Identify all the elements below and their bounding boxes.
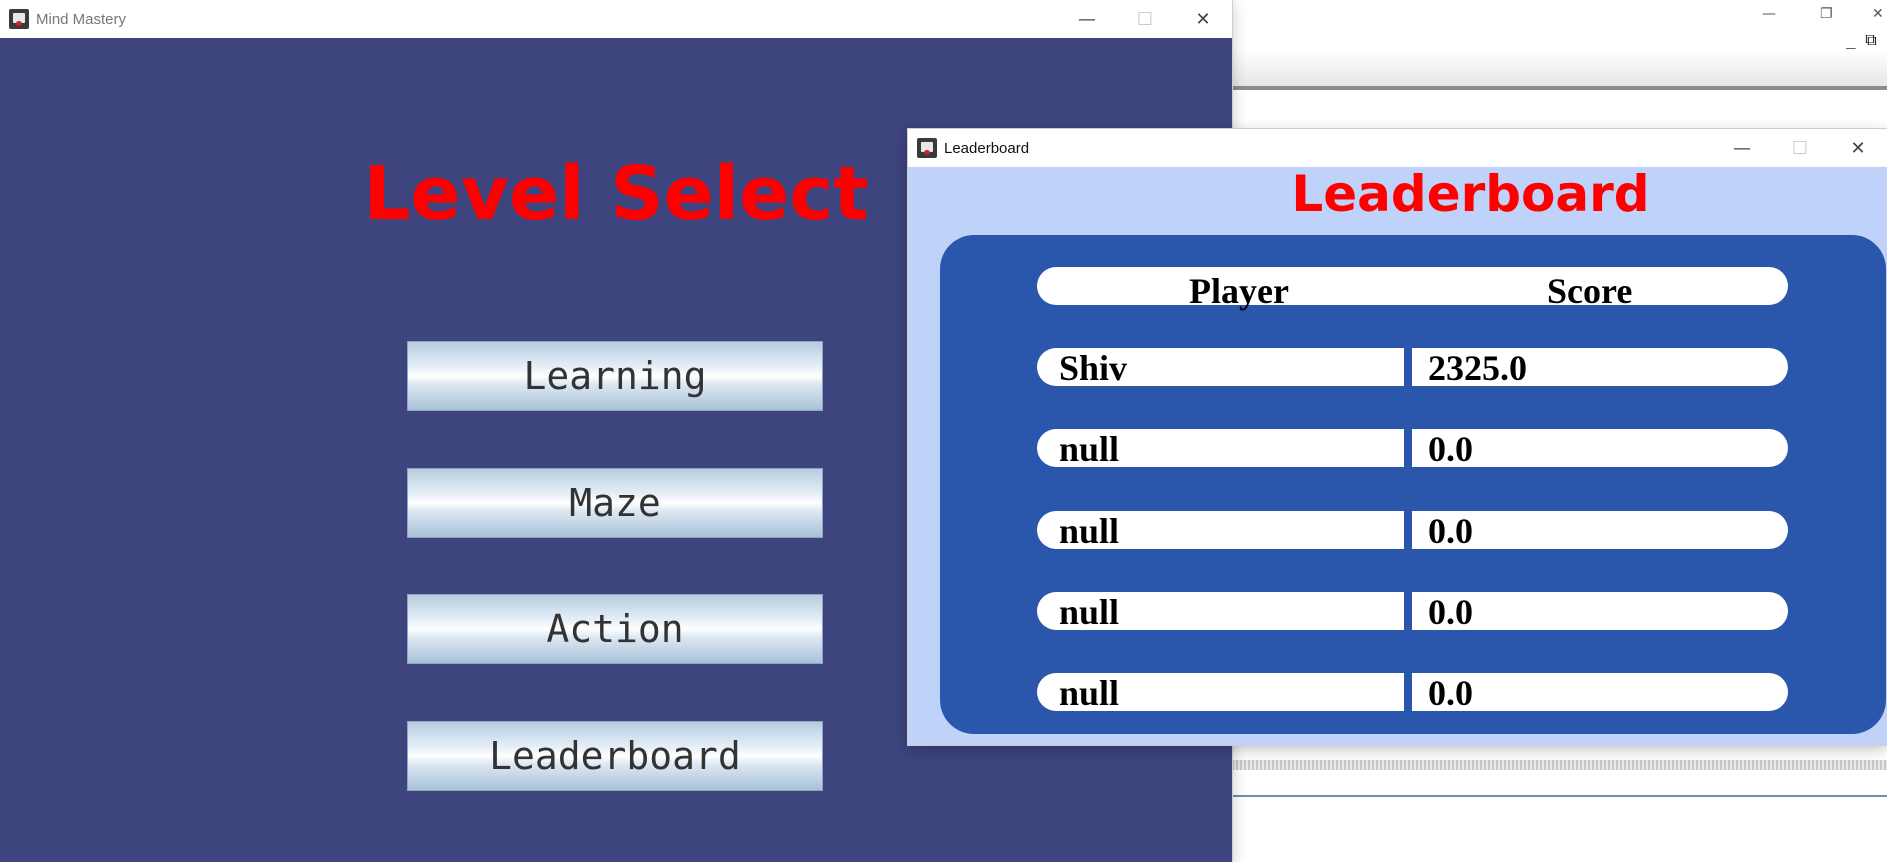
table-row: null 0.0 [1037, 429, 1788, 467]
leaderboard-button[interactable]: Leaderboard [407, 721, 823, 791]
close-button[interactable]: ✕ [1829, 129, 1887, 167]
maze-button[interactable]: Maze [407, 468, 823, 538]
player-cell: null [1037, 429, 1404, 467]
score-cell: 2325.0 [1412, 348, 1788, 386]
background-divider [1232, 86, 1887, 90]
player-cell: null [1037, 592, 1404, 630]
column-header-player: Player [1189, 271, 1289, 311]
leaderboard-panel: Leaderboard Player Score Shiv 2325.0 nul… [908, 167, 1887, 745]
table-row: null 0.0 [1037, 511, 1788, 549]
background-inner-window-controls[interactable]: _ ⧉ [1846, 30, 1877, 50]
background-minimize-icon[interactable]: — [1762, 6, 1776, 22]
score-cell: 0.0 [1412, 673, 1788, 711]
score-cell: 0.0 [1412, 429, 1788, 467]
window-title: Mind Mastery [36, 10, 127, 28]
score-cell: 0.0 [1412, 592, 1788, 630]
column-header-score: Score [1547, 271, 1633, 311]
background-close-icon[interactable]: ✕ [1872, 6, 1884, 22]
score-cell: 0.0 [1412, 511, 1788, 549]
java-app-icon [9, 9, 29, 29]
leaderboard-table: Player Score Shiv 2325.0 null 0.0 null 0… [940, 235, 1886, 734]
table-row: null 0.0 [1037, 592, 1788, 630]
close-button[interactable]: ✕ [1174, 0, 1232, 38]
player-cell: null [1037, 511, 1404, 549]
table-row: null 0.0 [1037, 673, 1788, 711]
leaderboard-heading: Leaderboard [908, 167, 1887, 221]
maximize-button: ☐ [1791, 137, 1809, 159]
action-button[interactable]: Action [407, 594, 823, 664]
background-toolbar [1232, 50, 1887, 86]
player-cell: Shiv [1037, 348, 1404, 386]
table-row: Shiv 2325.0 [1037, 348, 1788, 386]
player-cell: null [1037, 673, 1404, 711]
leaderboard-window: Leaderboard — ☐ ✕ Leaderboard Player Sco… [908, 129, 1887, 745]
background-divider-blue [1232, 795, 1887, 797]
learning-button[interactable]: Learning [407, 341, 823, 411]
background-restore-icon[interactable]: ❐ [1820, 6, 1833, 22]
java-app-icon [917, 138, 937, 158]
window-title: Leaderboard [944, 139, 1030, 157]
minimize-button[interactable]: — [1058, 0, 1116, 38]
leaderboard-titlebar[interactable]: Leaderboard — ☐ ✕ [908, 129, 1887, 167]
maximize-button: ☐ [1136, 8, 1154, 30]
background-splitter[interactable] [1232, 760, 1887, 770]
minimize-button[interactable]: — [1713, 129, 1771, 167]
leaderboard-heading-text: Leaderboard [1291, 165, 1650, 223]
mind-mastery-titlebar[interactable]: Mind Mastery — ☐ ✕ [0, 0, 1232, 38]
table-header: Player Score [1037, 267, 1788, 311]
